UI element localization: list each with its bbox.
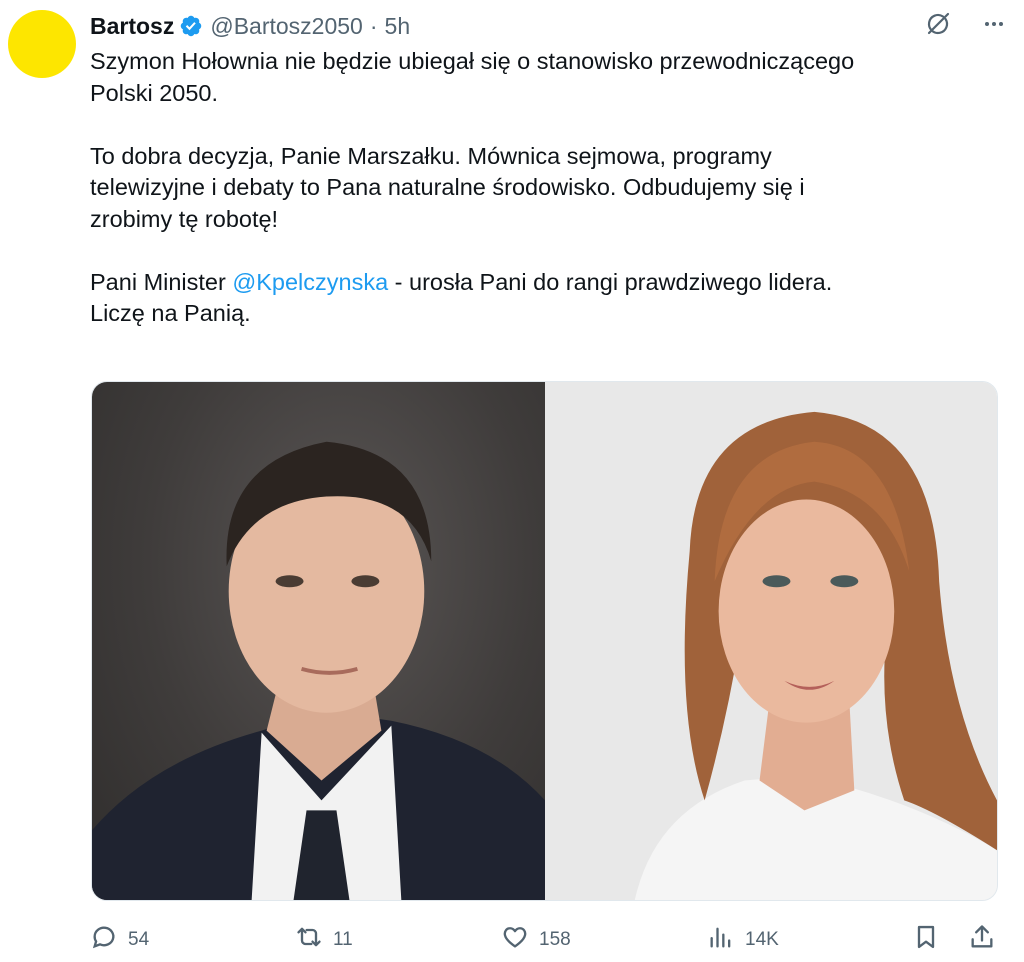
- header-separator: ·: [369, 12, 378, 39]
- like-button[interactable]: 158: [501, 922, 571, 958]
- mention-link[interactable]: @Kpelczynska: [232, 269, 388, 295]
- views-button[interactable]: 14K: [707, 922, 779, 958]
- grok-icon[interactable]: [924, 10, 952, 38]
- repost-count: 11: [333, 929, 353, 950]
- bookmark-icon: [912, 923, 940, 957]
- tweet-text: Szymon Hołownia nie będzie ubiegał się o…: [90, 46, 1000, 330]
- tweet-paragraph: Szymon Hołownia nie będzie ubiegał się o…: [90, 48, 855, 106]
- repost-button[interactable]: 11: [295, 922, 353, 958]
- verified-badge-icon[interactable]: [179, 14, 203, 38]
- like-count: 158: [539, 929, 571, 950]
- author-handle[interactable]: @Bartosz2050: [210, 13, 363, 40]
- tweet-paragraph: Pani Minister @Kpelczynska - urosła Pani…: [90, 267, 1000, 330]
- reply-button[interactable]: 54: [90, 922, 149, 958]
- author-name[interactable]: Bartosz: [90, 13, 174, 40]
- tweet-header: Bartosz @Bartosz2050 · 5h: [90, 8, 410, 44]
- like-icon: [501, 923, 529, 957]
- bookmark-button[interactable]: [912, 922, 940, 958]
- reply-count: 54: [128, 929, 150, 950]
- more-icon[interactable]: [982, 12, 1006, 36]
- paragraph-text: Pani Minister: [90, 268, 233, 295]
- avatar[interactable]: [8, 10, 76, 78]
- tweet-top-actions: [924, 10, 1006, 38]
- tweet-time[interactable]: 5h: [385, 13, 411, 40]
- views-count: 14K: [745, 929, 779, 950]
- reply-icon: [90, 923, 118, 957]
- man-portrait-photo[interactable]: [92, 382, 545, 900]
- views-icon: [707, 923, 735, 957]
- tweet-actions-bar: 54 11 158 14K: [90, 922, 1000, 958]
- woman-portrait-photo[interactable]: [545, 382, 997, 900]
- tweet-media[interactable]: [91, 381, 998, 901]
- share-icon: [968, 923, 996, 957]
- tweet-paragraph: To dobra decyzja, Panie Marszałku. Mówni…: [90, 142, 805, 232]
- repost-icon: [295, 923, 323, 957]
- share-button[interactable]: [968, 922, 996, 958]
